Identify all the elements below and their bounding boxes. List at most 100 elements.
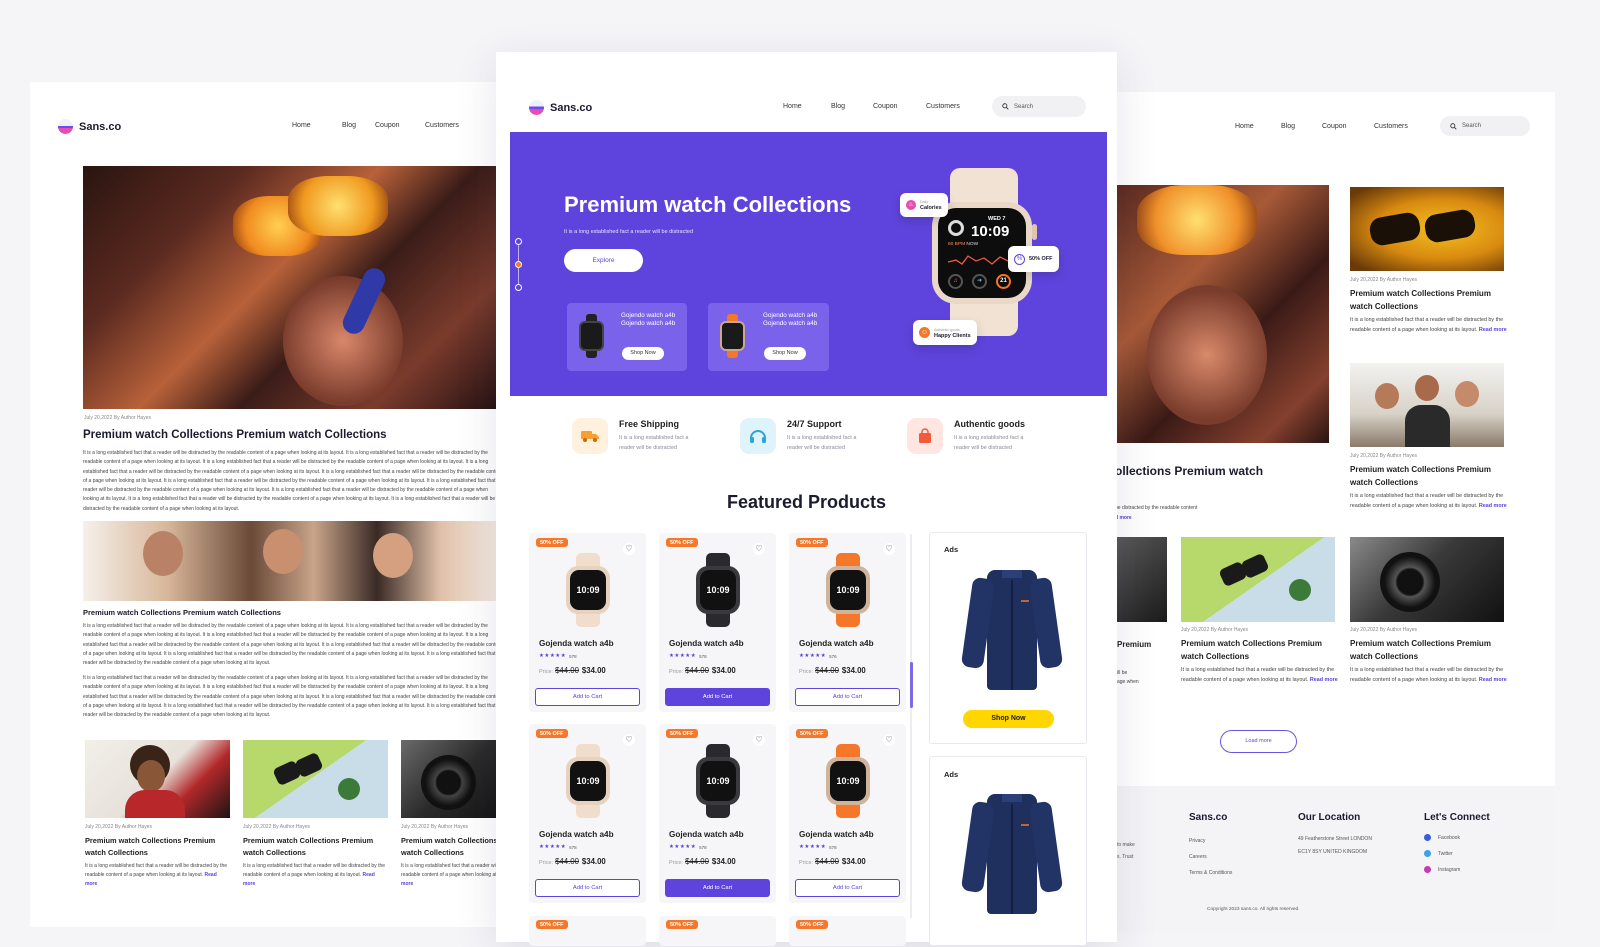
nav-home[interactable]: Home bbox=[1235, 123, 1254, 130]
footer-link-terms[interactable]: Terms & Conditions bbox=[1189, 870, 1232, 876]
discount-badge: 50% OFF bbox=[666, 920, 698, 929]
blog-card-1[interactable]: July 20,2022 By Author Hayes Premium wat… bbox=[85, 824, 230, 889]
heart-icon[interactable]: ♡ bbox=[753, 734, 765, 746]
card-title: Premium watch Collections Premium watch … bbox=[85, 836, 216, 857]
nav-home[interactable]: Home bbox=[292, 122, 311, 129]
right-card-2[interactable]: July 20,2022 By Author Hayes Premium wat… bbox=[1350, 627, 1510, 685]
badge-label: Happy Clients bbox=[934, 332, 971, 339]
blog-card-2[interactable]: July 20,2022 By Author Hayes Premium wat… bbox=[243, 824, 388, 889]
brand-logo[interactable]: Sans.co bbox=[58, 119, 121, 134]
card-meta: July 20,2022 By Author Hayes bbox=[1350, 453, 1417, 459]
footer-link-privacy[interactable]: Privacy bbox=[1189, 838, 1205, 844]
social-instagram[interactable]: Instagram bbox=[1424, 866, 1460, 873]
nav-blog[interactable]: Blog bbox=[1281, 123, 1295, 130]
read-more-link[interactable]: Read more bbox=[1310, 677, 1338, 683]
feature-support: 24/7 Support It is a long established fa… bbox=[787, 419, 871, 453]
old-price: $44.00 bbox=[555, 857, 579, 866]
add-to-cart-button[interactable]: Add to Cart bbox=[795, 688, 900, 706]
social-facebook[interactable]: Facebook bbox=[1424, 834, 1460, 841]
plant-shape bbox=[1289, 579, 1311, 601]
mini-product-card-2[interactable]: Gojendo watch a4b Gojendo watch a4b Shop… bbox=[708, 303, 829, 371]
product-card[interactable]: 50% OFF ♡ 10:09 Gojenda watch a4b ★★★★★ … bbox=[659, 533, 776, 712]
slider-dot[interactable] bbox=[515, 238, 522, 245]
nav-customers[interactable]: Customers bbox=[1374, 123, 1408, 130]
product-card[interactable]: 50% OFF ♡ 10:09 Gojenda watch a4b ★★★★★ … bbox=[529, 724, 646, 903]
sunglasses-photo bbox=[1350, 187, 1504, 271]
ads-label: Ads bbox=[944, 545, 959, 554]
product-card[interactable]: 50% OFF ♡ 10:09 Gojenda watch a4b ★★★★★ … bbox=[789, 533, 906, 712]
mini-card-text: Gojendo watch a4b Gojendo watch a4b bbox=[621, 312, 676, 327]
ad-panel-1[interactable]: Ads Shop Now bbox=[929, 532, 1087, 744]
slider-dot[interactable] bbox=[515, 284, 522, 291]
heart-icon[interactable]: ♡ bbox=[883, 543, 895, 555]
heart-icon[interactable]: ♡ bbox=[883, 734, 895, 746]
feature-title: Free Shipping bbox=[619, 419, 680, 429]
slider-dot-active[interactable] bbox=[515, 261, 522, 268]
scrollbar-track[interactable] bbox=[910, 534, 912, 918]
nav-customers[interactable]: Customers bbox=[926, 103, 960, 110]
product-card-partial[interactable]: 50% OFF bbox=[659, 916, 776, 946]
brand-logo[interactable]: Sans.co bbox=[529, 100, 592, 115]
partial-card-text: ill be bbox=[1117, 670, 1128, 676]
scrollbar-thumb[interactable] bbox=[910, 662, 913, 708]
nav-home[interactable]: Home bbox=[783, 103, 802, 110]
heart-icon[interactable]: ♡ bbox=[623, 543, 635, 555]
nav-blog[interactable]: Blog bbox=[831, 103, 845, 110]
read-more-link[interactable]: Read more bbox=[1479, 677, 1507, 683]
add-to-cart-button[interactable]: Add to Cart bbox=[795, 879, 900, 897]
read-more-link[interactable]: Read more bbox=[1479, 327, 1507, 333]
social-label: Facebook bbox=[1438, 834, 1460, 841]
heart-icon[interactable]: ♡ bbox=[753, 543, 765, 555]
mini-product-card-1[interactable]: Gojendo watch a4b Gojendo watch a4b Shop… bbox=[567, 303, 687, 371]
discount-badge: 50% OFF bbox=[536, 920, 568, 929]
shop-now-button[interactable]: Shop Now bbox=[622, 347, 664, 360]
heart-icon[interactable]: ♡ bbox=[623, 734, 635, 746]
card-meta: July 20,2022 By Author Hayes bbox=[1350, 277, 1417, 283]
explore-button[interactable]: Explore bbox=[564, 249, 643, 272]
social-twitter[interactable]: Twitter bbox=[1424, 850, 1453, 857]
discount-badge: 50% OFF bbox=[796, 729, 828, 738]
left-blog-page: Sans.co Home Blog Coupon Customers July … bbox=[30, 82, 543, 927]
feature-title: 24/7 Support bbox=[787, 419, 842, 429]
side-card-1[interactable]: July 20,2022 By Author Hayes Premium wat… bbox=[1350, 277, 1510, 335]
nav-customers[interactable]: Customers bbox=[425, 122, 459, 129]
add-to-cart-button[interactable]: Add to Cart bbox=[665, 879, 770, 897]
product-card[interactable]: 50% OFF ♡ 10:09 Gojenda watch a4b ★★★★★ … bbox=[789, 724, 906, 903]
nav-blog[interactable]: Blog bbox=[342, 122, 356, 129]
search-input[interactable]: Search bbox=[992, 96, 1086, 117]
load-more-button[interactable]: Load more bbox=[1220, 730, 1297, 753]
card-meta: July 20,2022 By Author Hayes bbox=[85, 824, 152, 830]
add-to-cart-button[interactable]: Add to Cart bbox=[535, 688, 640, 706]
product-card-partial[interactable]: 50% OFF bbox=[789, 916, 906, 946]
review-count: 578 bbox=[569, 844, 577, 850]
copyright: Copyright 2023 sans.co. All rights reser… bbox=[1207, 907, 1300, 912]
activity-ring-icon bbox=[948, 220, 964, 236]
side-card-2[interactable]: July 20,2022 By Author Hayes Premium wat… bbox=[1350, 453, 1510, 511]
footer-connect-title: Let's Connect bbox=[1424, 812, 1490, 823]
nav-coupon[interactable]: Coupon bbox=[375, 122, 400, 129]
post-subtitle: Premium watch Collections Premium watch … bbox=[83, 608, 281, 617]
right-card-1[interactable]: July 20,2022 By Author Hayes Premium wat… bbox=[1181, 627, 1341, 685]
product-card[interactable]: 50% OFF ♡ 10:09 Gojenda watch a4b ★★★★★ … bbox=[529, 533, 646, 712]
price-label: Price: bbox=[669, 860, 684, 866]
search-input[interactable]: Search bbox=[1440, 116, 1530, 136]
footer-link-careers[interactable]: Careers bbox=[1189, 854, 1207, 860]
add-to-cart-button[interactable]: Add to Cart bbox=[535, 879, 640, 897]
ad-panel-2[interactable]: Ads bbox=[929, 756, 1087, 946]
fire-icon: ♨ bbox=[906, 200, 916, 210]
face-shape bbox=[1375, 383, 1399, 409]
nav-coupon[interactable]: Coupon bbox=[873, 103, 898, 110]
product-card-partial[interactable]: 50% OFF bbox=[529, 916, 646, 946]
discount-badge: 50% OFF bbox=[536, 538, 568, 547]
product-card[interactable]: 50% OFF ♡ 10:09 Gojenda watch a4b ★★★★★ … bbox=[659, 724, 776, 903]
watch-image: 10:09 bbox=[566, 744, 610, 818]
nav-coupon[interactable]: Coupon bbox=[1322, 123, 1347, 130]
ad-shop-now-button[interactable]: Shop Now bbox=[963, 710, 1054, 728]
read-more-link[interactable]: Read more bbox=[1479, 503, 1507, 509]
read-more-link[interactable]: d more bbox=[1115, 515, 1132, 521]
shop-now-button[interactable]: Shop Now bbox=[764, 347, 806, 360]
partial-photo bbox=[1117, 537, 1167, 622]
add-to-cart-button[interactable]: Add to Cart bbox=[665, 688, 770, 706]
search-placeholder: Search bbox=[1462, 123, 1482, 129]
new-price: $34.00 bbox=[841, 857, 866, 866]
